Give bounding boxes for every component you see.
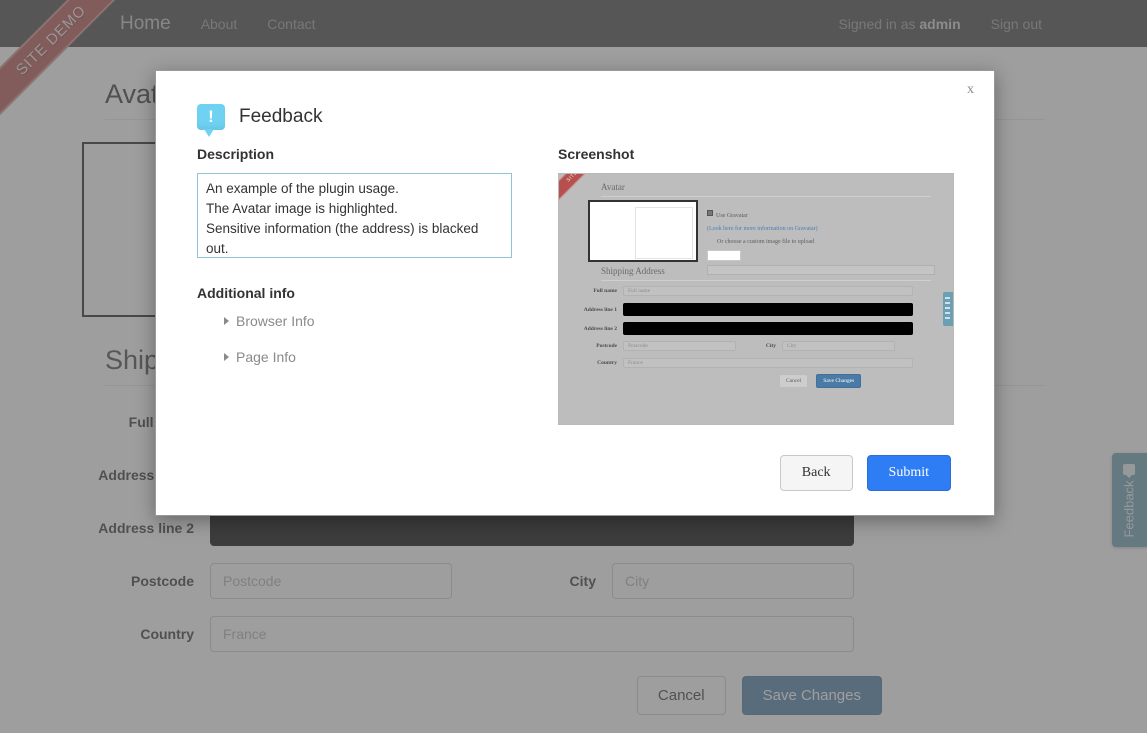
preview-feedback-side-tab <box>943 292 953 326</box>
modal-body: Description Additional info Browser Info… <box>156 130 994 425</box>
modal-actions: Back Submit <box>779 455 951 491</box>
checkbox-icon <box>707 209 713 216</box>
preview-row-address2: Address line 2 <box>563 322 913 335</box>
additional-info-heading: Additional info <box>197 285 295 301</box>
preview-avatar-image <box>635 207 693 259</box>
preview-gravatar-note: (Look here for more information on Grava… <box>707 226 818 232</box>
feedback-modal: x ! Feedback Description Additional info… <box>155 70 995 516</box>
preview-label-city: City <box>765 343 776 349</box>
preview-input-postcode: Postcode <box>623 341 736 351</box>
accordion-page-info-label: Page Info <box>236 349 296 365</box>
accordion-browser-info[interactable]: Browser Info <box>224 313 514 329</box>
screenshot-column: Screenshot SITE DEMO Avatar Use Gravatar… <box>558 146 954 425</box>
preview-input-address-line-2 <box>623 322 913 335</box>
preview-row-fullname: Full name Full name <box>563 286 913 296</box>
preview-label-country: Country <box>597 360 617 366</box>
preview-shipping-title: Shipping Address <box>601 266 665 276</box>
accordion-page-info[interactable]: Page Info <box>224 349 514 365</box>
screenshot-heading: Screenshot <box>558 146 635 162</box>
preview-save-changes-button: Save Changes <box>816 374 862 388</box>
preview-label-full-name: Full name <box>593 288 617 294</box>
preview-label-address-line-2: Address line 2 <box>583 325 617 332</box>
accordion-browser-info-label: Browser Info <box>236 313 315 329</box>
preview-use-gravatar-label: Use Gravatar <box>716 213 748 219</box>
preview-input-country: France <box>623 358 913 368</box>
preview-file-input <box>707 250 741 261</box>
preview-avatar-box <box>588 200 698 262</box>
preview-gravatar-check-row: Use Gravatar <box>707 204 937 222</box>
preview-rule-2 <box>601 280 931 281</box>
preview-rule-1 <box>601 196 931 197</box>
preview-file-input-wide <box>707 265 935 275</box>
close-icon[interactable]: x <box>961 82 980 98</box>
submit-button[interactable]: Submit <box>866 455 951 491</box>
modal-title: Feedback <box>239 106 323 127</box>
preview-feedback-tab-glyph <box>945 297 950 321</box>
preview-label-postcode: Postcode <box>596 343 617 349</box>
preview-row-country: Country France <box>563 358 913 368</box>
exclamation-glyph: ! <box>208 107 214 126</box>
preview-upload-note: Or choose a custom image file to upload <box>717 239 815 245</box>
preview-row-address1: Address line 1 <box>563 303 913 316</box>
screenshot-preview[interactable]: SITE DEMO Avatar Use Gravatar (Look here… <box>558 173 954 425</box>
modal-header: ! Feedback <box>156 71 994 137</box>
chevron-right-icon <box>224 317 229 325</box>
description-column: Description Additional info Browser Info… <box>197 146 514 425</box>
preview-row-postcode-city: Postcode Postcode City City <box>563 341 895 351</box>
preview-gravatar-panel: Use Gravatar (Look here for more informa… <box>707 204 937 275</box>
feedback-bubble-icon: ! <box>197 104 225 137</box>
chevron-right-icon <box>224 353 229 361</box>
preview-actions: Cancel Save Changes <box>779 374 862 388</box>
description-input[interactable] <box>197 173 512 258</box>
preview-avatar-title: Avatar <box>601 182 625 192</box>
description-heading: Description <box>197 146 275 162</box>
preview-cancel-button: Cancel <box>779 374 809 388</box>
preview-input-city: City <box>782 341 895 351</box>
preview-label-address-line-1: Address line 1 <box>583 306 617 313</box>
back-button[interactable]: Back <box>779 455 853 491</box>
preview-input-full-name: Full name <box>623 286 913 296</box>
preview-input-address-line-1 <box>623 303 913 316</box>
